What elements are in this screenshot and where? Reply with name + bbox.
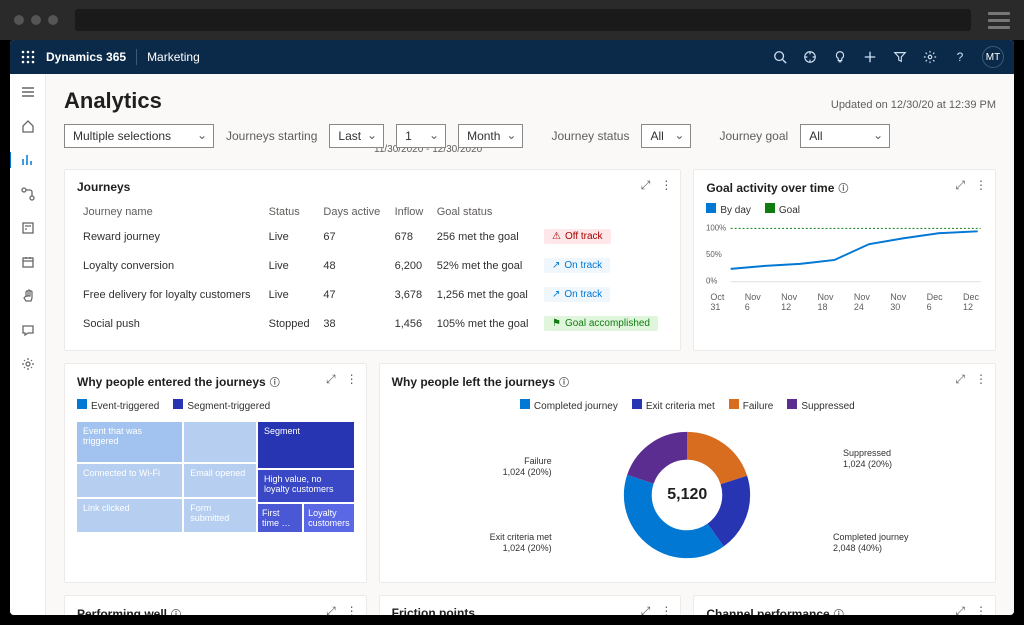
expand-icon[interactable]: ⤢ (955, 604, 965, 615)
calendar-icon[interactable] (20, 254, 36, 270)
info-icon[interactable]: ⓘ (559, 378, 569, 389)
gear-icon[interactable] (20, 356, 36, 372)
info-icon[interactable]: ⓘ (270, 378, 280, 389)
info-icon[interactable]: ⓘ (171, 610, 181, 615)
avatar[interactable]: MT (982, 46, 1004, 68)
goal-dropdown[interactable]: All (800, 124, 890, 148)
why-left-card: ⤢ ⋮ Why people left the journeys ⓘ Complet… (379, 363, 996, 583)
why-entered-title: Why people entered the journeys (77, 375, 266, 389)
friction-points-card: ⤢⋮ Friction points (379, 595, 682, 615)
plus-icon[interactable] (862, 49, 878, 65)
period-num-dropdown[interactable]: 1 (396, 124, 446, 148)
more-icon[interactable]: ⋮ (975, 178, 987, 193)
lightbulb-icon[interactable] (832, 49, 848, 65)
svg-text:50%: 50% (706, 250, 722, 259)
browser-chrome (0, 0, 1024, 40)
home-icon[interactable] (20, 118, 36, 134)
performing-well-card: ⤢⋮ Performing wellⓘ (64, 595, 367, 615)
target-icon[interactable] (802, 49, 818, 65)
expand-icon[interactable]: ⤢ (326, 372, 336, 387)
goal-activity-chart: 100% 50% 0% Oct31Nov6Nov12Nov18Nov24Nov3… (706, 222, 983, 312)
status-badge: ⚑Goal accomplished (544, 316, 658, 331)
why-entered-card: ⤢ ⋮ Why people entered the journeys ⓘ Even… (64, 363, 367, 583)
product-name: Dynamics 365 (46, 50, 126, 64)
expand-icon[interactable]: ⤢ (955, 372, 965, 387)
journey-status-label: Journey status (551, 129, 629, 143)
table-row[interactable]: Reward journey Live 67 678 256 met the g… (77, 222, 668, 251)
menu-icon[interactable] (20, 84, 36, 100)
updated-timestamp: Updated on 12/30/20 at 12:39 PM (831, 99, 996, 111)
svg-text:0%: 0% (706, 277, 717, 286)
journeys-table: Journey name Status Days active Inflow G… (77, 202, 668, 338)
settings-icon[interactable] (922, 49, 938, 65)
topbar: Dynamics 365 Marketing ? MT (10, 40, 1014, 74)
table-row[interactable]: Free delivery for loyalty customers Live… (77, 280, 668, 309)
app-launcher-icon[interactable] (20, 49, 36, 65)
more-icon[interactable]: ⋮ (660, 604, 672, 615)
more-icon[interactable]: ⋮ (346, 372, 358, 387)
more-icon[interactable]: ⋮ (975, 372, 987, 387)
chat-icon[interactable] (20, 322, 36, 338)
table-row[interactable]: Social push Stopped 38 1,456 105% met th… (77, 309, 668, 338)
page-title: Analytics (64, 88, 162, 114)
svg-text:100%: 100% (706, 223, 726, 232)
help-icon[interactable]: ? (952, 49, 968, 65)
journey-goal-label: Journey goal (719, 129, 788, 143)
hand-icon[interactable] (20, 288, 36, 304)
expand-icon[interactable]: ⤢ (641, 178, 651, 193)
why-left-title: Why people left the journeys (392, 375, 555, 389)
reports-icon[interactable] (20, 220, 36, 236)
period-mode-dropdown[interactable]: Last (329, 124, 384, 148)
journeys-starting-label: Journeys starting (226, 129, 317, 143)
more-icon[interactable]: ⋮ (660, 178, 672, 193)
table-row[interactable]: Loyalty conversion Live 48 6,200 52% met… (77, 251, 668, 280)
expand-icon[interactable]: ⤢ (326, 604, 336, 615)
journeys-title: Journeys (77, 180, 668, 194)
status-badge: ↗On track (544, 287, 610, 302)
donut-total: 5,120 (667, 486, 707, 504)
expand-icon[interactable]: ⤢ (641, 604, 651, 615)
journeys-icon[interactable] (20, 186, 36, 202)
donut-label-suppressed: Suppressed1,024 (20%) (843, 448, 923, 470)
nav-rail (10, 74, 46, 615)
status-badge: ↗On track (544, 258, 610, 273)
goal-activity-title: Goal activity over time (706, 181, 834, 195)
more-icon[interactable]: ⋮ (975, 604, 987, 615)
url-bar[interactable] (75, 9, 971, 31)
main-content: Analytics Updated on 12/30/20 at 12:39 P… (46, 74, 1014, 615)
analytics-icon[interactable] (10, 152, 45, 168)
browser-menu-icon[interactable] (988, 12, 1010, 29)
period-unit-dropdown[interactable]: Month (458, 124, 523, 148)
module-name: Marketing (147, 50, 200, 64)
search-icon[interactable] (772, 49, 788, 65)
selection-dropdown[interactable]: Multiple selections (64, 124, 214, 148)
goal-activity-card: ⤢⋮ Goal activity over timeⓘ By day Goal … (693, 169, 996, 351)
status-badge: ⚠Off track (544, 229, 611, 244)
channel-performance-card: ⤢⋮ Channel performanceⓘ (693, 595, 996, 615)
expand-icon[interactable]: ⤢ (955, 178, 965, 193)
treemap-chart: Event that was triggered Connected to Wi… (77, 422, 354, 532)
status-dropdown[interactable]: All (641, 124, 691, 148)
more-icon[interactable]: ⋮ (346, 604, 358, 615)
app-window: Dynamics 365 Marketing ? MT (10, 40, 1014, 615)
donut-label-failure: Failure1,024 (20%) (482, 456, 552, 478)
donut-label-exit: Exit criteria met1,024 (20%) (472, 532, 552, 554)
filter-icon[interactable] (892, 49, 908, 65)
donut-chart: 5,120 Failure1,024 (20%) Exit criteria m… (392, 420, 983, 570)
journeys-card: ⤢ ⋮ Journeys Journey name Status Days act… (64, 169, 681, 351)
info-icon[interactable]: ⓘ (834, 610, 844, 615)
info-icon[interactable]: ⓘ (838, 184, 848, 195)
donut-label-completed: Completed journey2,048 (40%) (833, 532, 933, 554)
